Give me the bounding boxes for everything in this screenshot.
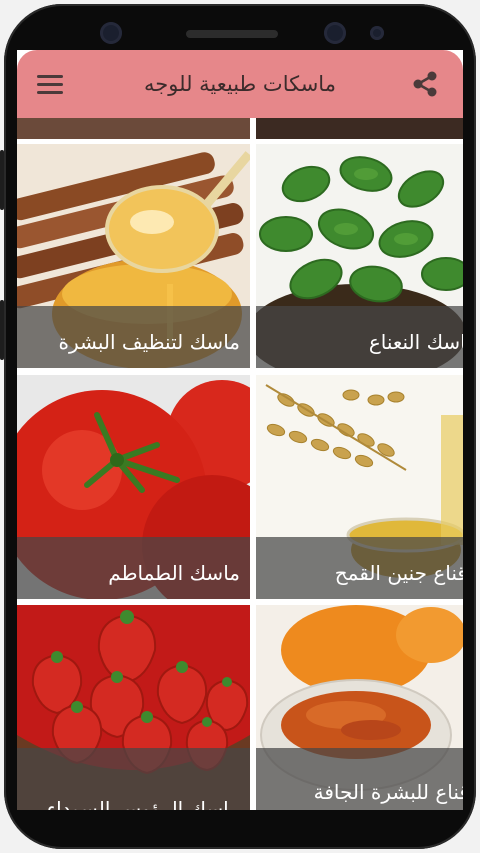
front-camera <box>324 22 346 44</box>
grid-item-mint[interactable]: ماسك النعناع <box>256 144 463 368</box>
grid-item-label: ماسك الرؤوس السوداء <box>46 797 240 810</box>
front-sensor <box>100 22 122 44</box>
grid-item-face-cleansing[interactable]: ماسك لتنظيف البشرة <box>17 144 250 368</box>
grid-item-wheat-germ[interactable]: قناع جنين القمح <box>256 375 463 599</box>
grid-item-label: قناع جنين القمح <box>334 561 463 585</box>
grid-tile-partial-right[interactable] <box>256 118 463 139</box>
app-screen: ماسكات طبيعية للوجه ماسك لتنظيف البشرة س… <box>17 50 463 810</box>
page-title: ماسكات طبيعية للوجه <box>144 72 336 96</box>
grid-item-tomato[interactable]: ماسك الطماطم <box>17 375 250 599</box>
grid-item-label: قناع للبشرة الجافة <box>313 780 463 804</box>
grid-item-label: ماسك لتنظيف البشرة <box>58 330 240 354</box>
grid-item-blackheads[interactable]: ماسك الرؤوس السوداء <box>17 605 250 810</box>
grid-item-label: ماسك الطماطم <box>108 561 240 585</box>
grid-item-label: ماسك النعناع <box>368 330 463 354</box>
side-button-bottom <box>0 300 4 360</box>
side-button-top <box>0 150 4 210</box>
app-toolbar: ماسكات طبيعية للوجه <box>17 50 463 118</box>
menu-icon[interactable] <box>35 70 65 98</box>
grid-tile-partial-left[interactable] <box>17 118 250 139</box>
earpiece-speaker <box>186 30 278 38</box>
proximity-sensor <box>370 26 384 40</box>
share-icon[interactable] <box>409 68 441 100</box>
grid-item-dry-skin[interactable]: قناع للبشرة الجافة <box>256 605 463 810</box>
